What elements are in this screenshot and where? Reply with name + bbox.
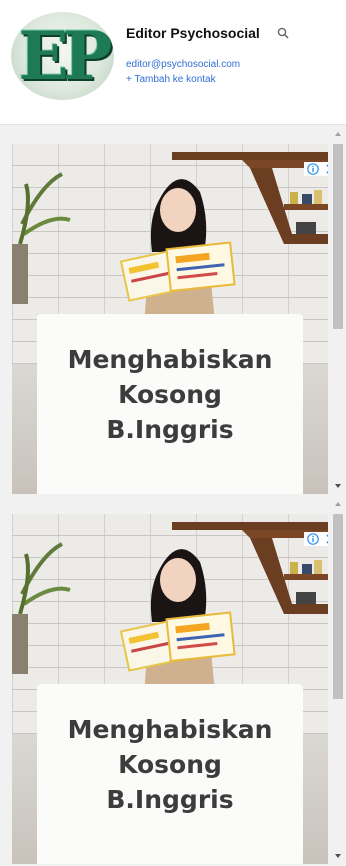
close-icon[interactable]	[325, 533, 328, 545]
chevron-up-icon[interactable]	[334, 130, 342, 138]
info-icon[interactable]	[307, 163, 319, 175]
ad-banner[interactable]: Menghabiskan Kosong B.Inggris	[12, 144, 328, 494]
ad-choices-badge	[304, 162, 328, 176]
scrollbar[interactable]	[330, 126, 346, 496]
ad-headline-line: Menghabiskan	[67, 345, 273, 374]
scrollbar[interactable]	[330, 496, 346, 866]
ad-headline-line: Menghabiskan	[67, 715, 273, 744]
chevron-down-icon[interactable]	[334, 482, 342, 490]
search-icon[interactable]	[277, 27, 289, 39]
ad-frame: Menghabiskan Kosong B.Inggris	[0, 126, 346, 496]
chevron-down-icon[interactable]	[334, 852, 342, 860]
ad-choices-badge	[304, 532, 328, 546]
profile-name: Editor Psychosocial	[126, 25, 260, 41]
ad-headline-card[interactable]: Menghabiskan Kosong B.Inggris	[37, 684, 303, 864]
ad-headline: Menghabiskan Kosong B.Inggris	[37, 712, 303, 817]
avatar[interactable]: EP	[11, 12, 114, 100]
info-icon[interactable]	[307, 533, 319, 545]
ad-frame: Menghabiskan Kosong B.Inggris	[0, 496, 346, 866]
profile-email-link[interactable]: editor@psychosocial.com	[126, 59, 240, 70]
ad-headline: Menghabiskan Kosong B.Inggris	[37, 342, 303, 447]
ad-headline-card[interactable]: Menghabiskan Kosong B.Inggris	[37, 314, 303, 494]
chevron-up-icon[interactable]	[334, 500, 342, 508]
ad-headline-line: Kosong	[118, 750, 222, 779]
ad-banner[interactable]: Menghabiskan Kosong B.Inggris	[12, 514, 328, 864]
plant-image	[12, 542, 71, 674]
ad-headline-line: B.Inggris	[106, 415, 234, 444]
profile-card: EP Editor Psychosocial editor@psychosoci…	[0, 0, 346, 125]
close-icon[interactable]	[325, 163, 328, 175]
add-contact-link[interactable]: + Tambah ke kontak	[126, 74, 216, 85]
plant-image	[12, 172, 71, 304]
ad-headline-line: Kosong	[118, 380, 222, 409]
scroll-thumb[interactable]	[333, 514, 343, 699]
scroll-thumb[interactable]	[333, 144, 343, 329]
avatar-logo-text: EP	[18, 17, 113, 95]
ad-headline-line: B.Inggris	[106, 785, 234, 814]
